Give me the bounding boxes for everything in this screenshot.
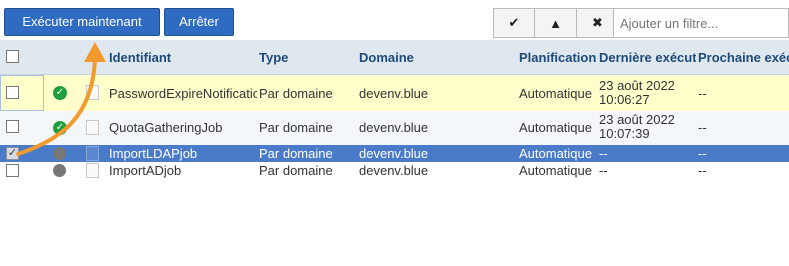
job-next-run: -- — [698, 86, 707, 101]
job-type: Par domaine — [259, 120, 333, 135]
col-header-schedule[interactable]: Planification — [519, 40, 598, 75]
toolbar: Exécuter maintenant Arrêter ✔ ▲ ✖ — [0, 0, 789, 40]
table-row[interactable]: ✓ ImportLDAPjob Par domaine devenv.blue … — [0, 145, 789, 162]
job-type: Par domaine — [259, 163, 333, 178]
job-next-run: -- — [698, 163, 707, 178]
job-next-run: -- — [698, 120, 707, 135]
job-last-run-date: 23 août 2022 — [599, 79, 675, 93]
col-header-type[interactable]: Type — [259, 40, 357, 75]
job-document-icon — [86, 85, 99, 100]
job-identifier: ImportADjob — [109, 163, 182, 178]
row-checkbox[interactable] — [6, 120, 19, 133]
job-last-run-date: -- — [599, 163, 608, 178]
table-header: Identifiant Type Domaine Planification D… — [0, 40, 789, 75]
row-checkbox[interactable] — [6, 86, 19, 99]
col-header-domain[interactable]: Domaine — [359, 40, 517, 75]
row-checkbox[interactable] — [6, 164, 19, 177]
job-identifier: QuotaGatheringJob — [109, 120, 223, 135]
job-identifier: PasswordExpireNotification — [109, 86, 257, 101]
stop-button[interactable]: Arrêter — [164, 8, 234, 36]
job-schedule: Automatique — [519, 86, 592, 101]
col-header-last-run[interactable]: Dernière exécution — [599, 40, 696, 75]
job-last-run-date: -- — [599, 146, 608, 161]
filter-input[interactable] — [613, 8, 789, 38]
col-header-next-run[interactable]: Prochaine exécution — [698, 40, 789, 75]
col-header-identifier[interactable]: Identifiant — [109, 40, 257, 75]
select-all-checkbox[interactable] — [6, 50, 19, 63]
success-status-icon: ✓ — [53, 121, 67, 135]
idle-status-icon — [53, 164, 66, 177]
job-last-run-date: 23 août 2022 — [599, 113, 675, 127]
table-row[interactable]: ✓ PasswordExpireNotification Par domaine… — [0, 75, 789, 111]
job-domain: devenv.blue — [359, 163, 429, 178]
table-row[interactable]: ImportADjob Par domaine devenv.blue Auto… — [0, 162, 789, 179]
warning-icon[interactable]: ▲ — [535, 8, 577, 38]
job-document-icon — [86, 120, 99, 135]
job-schedule: Automatique — [519, 163, 592, 178]
job-domain: devenv.blue — [359, 146, 429, 161]
job-type: Par domaine — [259, 146, 333, 161]
job-next-run: -- — [698, 146, 707, 161]
status-filter-group: ✔ ▲ ✖ — [493, 8, 619, 38]
job-schedule: Automatique — [519, 120, 592, 135]
job-last-run-time: 10:07:39 — [599, 127, 650, 141]
job-document-icon — [86, 163, 99, 178]
idle-status-icon — [53, 147, 66, 160]
job-type: Par domaine — [259, 86, 333, 101]
table-row[interactable]: ✓ QuotaGatheringJob Par domaine devenv.b… — [0, 111, 789, 145]
job-document-icon — [86, 146, 99, 161]
row-checkbox[interactable]: ✓ — [6, 147, 19, 160]
job-domain: devenv.blue — [359, 86, 429, 101]
success-status-icon: ✓ — [53, 86, 67, 100]
job-identifier: ImportLDAPjob — [109, 146, 198, 161]
check-icon[interactable]: ✔ — [493, 8, 535, 38]
job-domain: devenv.blue — [359, 120, 429, 135]
job-last-run-time: 10:06:27 — [599, 93, 650, 107]
run-now-button[interactable]: Exécuter maintenant — [4, 8, 160, 36]
job-schedule: Automatique — [519, 146, 592, 161]
